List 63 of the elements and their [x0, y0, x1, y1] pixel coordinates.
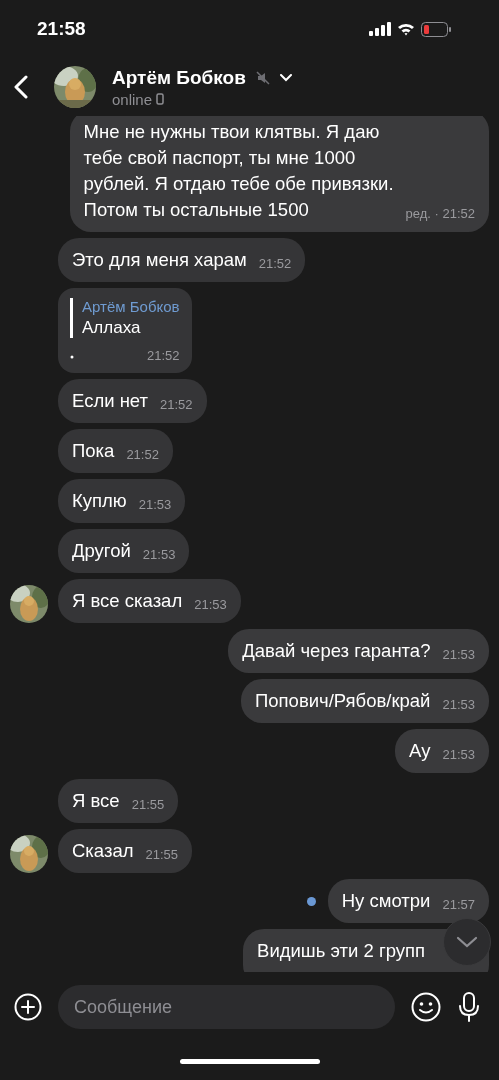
message-time: 21:52: [147, 348, 180, 365]
message-time: 21:53: [142, 547, 176, 564]
message-bubble[interactable]: Другой 21:53: [58, 529, 190, 573]
message-text: Давай через гаранта?: [242, 639, 431, 663]
message-time: 21:57: [442, 897, 475, 914]
message-time: 21:53: [442, 647, 475, 664]
message-text: Видишь эти 2 групп: [257, 939, 425, 963]
message-time: 21:53: [194, 597, 227, 614]
message-text: Если нет: [72, 389, 148, 413]
message-bubble[interactable]: Я все 21:55: [58, 779, 179, 823]
message-bubble[interactable]: Сказал 21:55: [58, 829, 193, 873]
message-text: Пока: [72, 439, 115, 463]
message-time: 21:53: [442, 747, 475, 764]
message-text: Сказал: [72, 839, 134, 863]
add-icon[interactable]: [14, 993, 42, 1021]
message-time: ред. · 21:52: [405, 206, 475, 223]
message-bubble[interactable]: Пока 21:52: [58, 429, 173, 473]
message-time: 21:55: [145, 847, 179, 864]
message-text: рублей. Я отдаю тебе обе привязки.: [83, 172, 394, 196]
message-text: Я все: [72, 789, 120, 813]
signal-icon: [369, 22, 391, 36]
chevron-down-icon[interactable]: [279, 73, 292, 82]
message-bubble[interactable]: Давай через гаранта? 21:53: [228, 629, 489, 673]
message-bubble[interactable]: Ну смотри 21:57: [327, 879, 489, 923]
message-text: тебе свой паспорт, ты мне 1000: [83, 146, 357, 170]
message-text: Потом ты остальные 1500: [83, 198, 310, 222]
message-text: Куплю: [72, 489, 127, 513]
message-bubble[interactable]: Артём Бобков Аллаха 21:52: [58, 288, 192, 373]
back-icon[interactable]: [14, 75, 28, 99]
quote-text: Аллаха: [82, 318, 142, 338]
chevron-down-icon: [456, 936, 478, 948]
status-time: 21:58: [37, 18, 86, 40]
quote-author: Артём Бобков: [82, 298, 180, 315]
message-bubble[interactable]: Попович/Рябов/край 21:53: [241, 679, 489, 723]
message-text: Я все сказал: [72, 589, 183, 613]
emoji-icon[interactable]: [411, 992, 441, 1022]
message-text: Попович/Рябов/край: [255, 689, 431, 713]
message-bubble[interactable]: Я все сказал 21:53: [58, 579, 241, 623]
message-text: Ну смотри: [341, 889, 431, 913]
message-time: 21:55: [131, 797, 165, 814]
message-time: 21:52: [160, 397, 193, 414]
message-text: Это для меня харам: [72, 248, 247, 272]
dot-icon: [70, 354, 74, 359]
reply-quote[interactable]: Артём Бобков Аллаха: [70, 298, 180, 338]
message-bubble[interactable]: Ау 21:53: [395, 729, 489, 773]
battery-icon: [421, 21, 451, 37]
message-bubble[interactable]: Если нет 21:52: [58, 379, 207, 423]
message-text: Другой: [72, 539, 131, 563]
message-text: Мне не нужны твои клятвы. Я даю: [83, 120, 381, 144]
message-time: 21:52: [258, 256, 292, 273]
message-text: Ау: [409, 739, 431, 763]
message-input[interactable]: Сообщение: [58, 985, 395, 1029]
online-status: online: [112, 90, 153, 108]
wifi-icon: [397, 22, 415, 36]
message-time: 21:53: [442, 697, 475, 714]
message-bubble[interactable]: Куплю 21:53: [58, 479, 186, 523]
phone-icon: [156, 93, 165, 105]
message-time: 21:53: [138, 497, 172, 514]
message-time: 21:52: [126, 447, 159, 464]
contact-name[interactable]: Артём Бобков: [112, 66, 246, 89]
microphone-icon[interactable]: [457, 991, 481, 1023]
message-bubble[interactable]: Мне не нужны твои клятвы. Я даю тебе свой паспорт, ты мне 1000 рублей. Я отдаю тебе обе привязки. Потом ты остальные 1500 ред. · 21:52: [69, 116, 489, 232]
message-bubble[interactable]: Это для меня харам 21:52: [58, 238, 306, 282]
